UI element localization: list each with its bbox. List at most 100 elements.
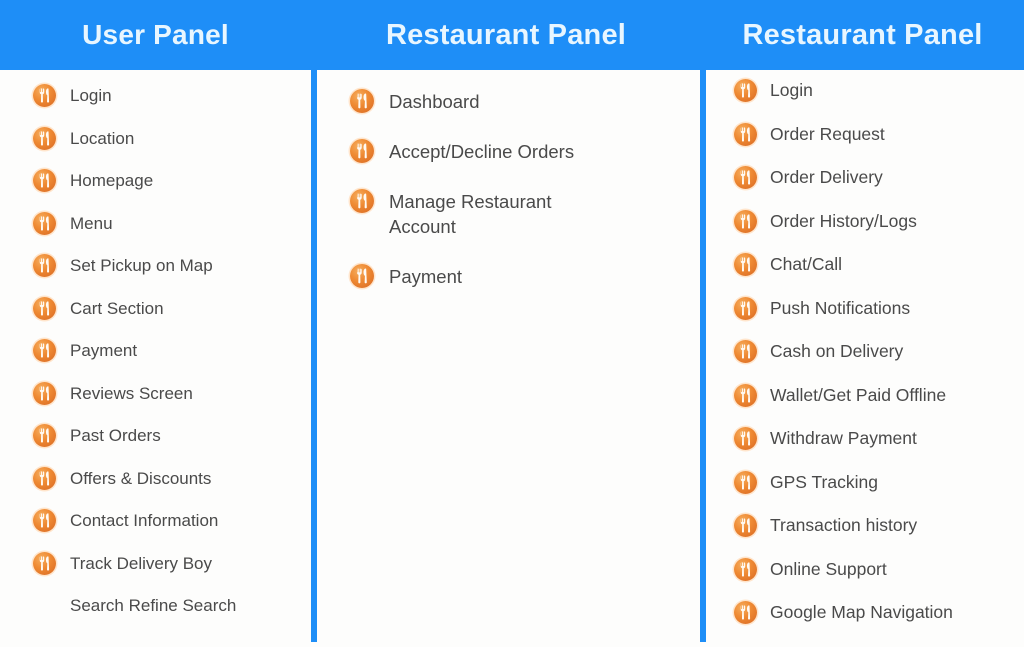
fork-and-spoon-icon bbox=[33, 381, 56, 405]
column-user-panel: Login Location Homepage Menu Set Pickup on M… bbox=[0, 70, 311, 647]
icon-placeholder bbox=[33, 594, 56, 617]
list-item[interactable]: Order Delivery bbox=[734, 166, 1024, 189]
list-item-label: Chat/Call bbox=[770, 254, 842, 274]
list-item-label: Push Notifications bbox=[770, 297, 911, 318]
header-cell-user-panel: User Panel bbox=[0, 0, 311, 70]
fork-and-spoon-icon bbox=[734, 340, 757, 363]
fork-and-spoon-icon bbox=[33, 84, 56, 107]
fork-and-spoon-icon bbox=[734, 427, 757, 450]
list-item-label: Location bbox=[70, 128, 135, 148]
list-item[interactable]: Payment bbox=[33, 339, 311, 362]
list-item[interactable]: Cart Section bbox=[33, 296, 311, 320]
fork-and-spoon-icon bbox=[33, 339, 56, 362]
fork-and-spoon-icon bbox=[734, 383, 757, 407]
list-item[interactable]: Dashboard bbox=[350, 89, 700, 114]
fork-and-spoon-icon bbox=[734, 209, 757, 233]
list-item-label: Past Orders bbox=[70, 426, 161, 445]
list-item[interactable]: Payment bbox=[350, 264, 700, 289]
list-item-label: Withdraw Payment bbox=[770, 428, 917, 448]
list-item-label: Google Map Navigation bbox=[770, 602, 953, 622]
fork-and-spoon-icon bbox=[33, 551, 56, 575]
list-item[interactable]: Login bbox=[33, 84, 311, 107]
list-item-label: GPS Tracking bbox=[770, 471, 878, 492]
list-item[interactable]: Order Request bbox=[734, 122, 1024, 146]
list-item[interactable]: Manage Restaurant Account bbox=[350, 189, 700, 239]
column-restaurant-panel-1: Dashboard Accept/Decline Orders Manage Res… bbox=[311, 70, 700, 647]
list-item[interactable]: Wallet/Get Paid Offline bbox=[734, 383, 1024, 407]
list-item[interactable]: Offers & Discounts bbox=[33, 466, 311, 490]
list-item-label: Payment bbox=[70, 341, 138, 360]
list-item[interactable]: Accept/Decline Orders bbox=[350, 139, 700, 164]
fork-and-spoon-icon bbox=[33, 211, 56, 235]
list-item-label: Contact Information bbox=[70, 511, 219, 530]
list-item-label: Set Pickup on Map bbox=[70, 256, 213, 275]
list-item[interactable]: Google Map Navigation bbox=[734, 601, 1024, 624]
fork-and-spoon-icon bbox=[734, 296, 757, 320]
list-item-label: Cart Section bbox=[70, 298, 164, 318]
list-item[interactable]: Menu bbox=[33, 211, 311, 235]
header-cell-restaurant-panel-2: Restaurant Panel bbox=[701, 0, 1024, 70]
fork-and-spoon-icon bbox=[33, 169, 56, 192]
list-item[interactable]: Location bbox=[33, 126, 311, 150]
list-item[interactable]: GPS Tracking bbox=[734, 470, 1024, 494]
fork-and-spoon-icon bbox=[734, 470, 757, 494]
fork-and-spoon-icon bbox=[734, 253, 757, 276]
list-item[interactable]: Chat/Call bbox=[734, 253, 1024, 276]
list-item[interactable]: Homepage bbox=[33, 169, 311, 192]
list-item-label: Order History/Logs bbox=[770, 210, 917, 231]
list-item-label: Search Refine Search bbox=[70, 596, 237, 615]
fork-and-spoon-icon bbox=[734, 557, 757, 581]
fork-and-spoon-icon bbox=[33, 509, 56, 532]
list-item-label: Track Delivery Boy bbox=[70, 553, 213, 573]
fork-and-spoon-icon bbox=[350, 139, 374, 163]
fork-and-spoon-icon bbox=[734, 122, 757, 146]
list-item[interactable]: Withdraw Payment bbox=[734, 427, 1024, 450]
list-item-label: Offers & Discounts bbox=[70, 468, 212, 488]
fork-and-spoon-icon bbox=[734, 79, 757, 102]
fork-and-spoon-icon bbox=[734, 166, 757, 189]
column-restaurant-panel-2: Login Order Request Order Delivery Order Hi… bbox=[700, 70, 1024, 647]
fork-and-spoon-icon bbox=[33, 466, 56, 490]
list-item-label: Online Support bbox=[770, 558, 887, 579]
list-item-label: Manage Restaurant Account bbox=[389, 191, 552, 237]
fork-and-spoon-icon bbox=[33, 424, 56, 447]
list-item[interactable]: Reviews Screen bbox=[33, 381, 311, 405]
fork-and-spoon-icon bbox=[734, 601, 757, 624]
fork-and-spoon-icon bbox=[33, 296, 56, 320]
list-item[interactable]: Order History/Logs bbox=[734, 209, 1024, 233]
list-item-label: Login bbox=[770, 80, 813, 100]
list-item-label: Accept/Decline Orders bbox=[389, 141, 575, 162]
list-item[interactable]: Online Support bbox=[734, 557, 1024, 581]
fork-and-spoon-icon bbox=[33, 126, 56, 150]
list-item-label: Order Request bbox=[770, 123, 885, 144]
list-item-label: Cash on Delivery bbox=[770, 341, 904, 361]
list-item[interactable]: Transaction history bbox=[734, 514, 1024, 537]
fork-and-spoon-icon bbox=[350, 264, 374, 288]
list-item[interactable]: Push Notifications bbox=[734, 296, 1024, 320]
fork-and-spoon-icon bbox=[350, 189, 374, 213]
fork-and-spoon-icon bbox=[734, 514, 757, 537]
fork-and-spoon-icon bbox=[350, 89, 374, 113]
list-item[interactable]: Login bbox=[734, 79, 1024, 102]
list-item-label: Payment bbox=[389, 266, 463, 287]
panels-header-bar: User Panel Restaurant Panel Restaurant P… bbox=[0, 0, 1024, 70]
page-title-restaurant-panel-2: Restaurant Panel bbox=[742, 18, 983, 51]
list-item-label: Dashboard bbox=[389, 91, 480, 112]
list-item[interactable]: Contact Information bbox=[33, 509, 311, 532]
list-item[interactable]: Past Orders bbox=[33, 424, 311, 447]
header-cell-restaurant-panel-1: Restaurant Panel bbox=[311, 0, 701, 70]
fork-and-spoon-icon bbox=[33, 254, 56, 277]
page-title-restaurant-panel-1: Restaurant Panel bbox=[385, 18, 627, 51]
list-item-label: Reviews Screen bbox=[70, 383, 193, 403]
list-item-label: Transaction history bbox=[770, 515, 918, 535]
list-item[interactable]: Set Pickup on Map bbox=[33, 254, 311, 277]
panels-body: Login Location Homepage Menu Set Pickup on M… bbox=[0, 70, 1024, 647]
list-item[interactable]: Cash on Delivery bbox=[734, 340, 1024, 363]
list-item-label: Login bbox=[70, 86, 112, 105]
list-item-label: Order Delivery bbox=[770, 167, 883, 187]
list-item-label: Homepage bbox=[70, 171, 154, 190]
page-title-user-panel: User Panel bbox=[82, 19, 229, 50]
list-item[interactable]: Search Refine Search bbox=[33, 594, 311, 617]
list-item-label: Menu bbox=[70, 213, 113, 233]
list-item[interactable]: Track Delivery Boy bbox=[33, 551, 311, 575]
